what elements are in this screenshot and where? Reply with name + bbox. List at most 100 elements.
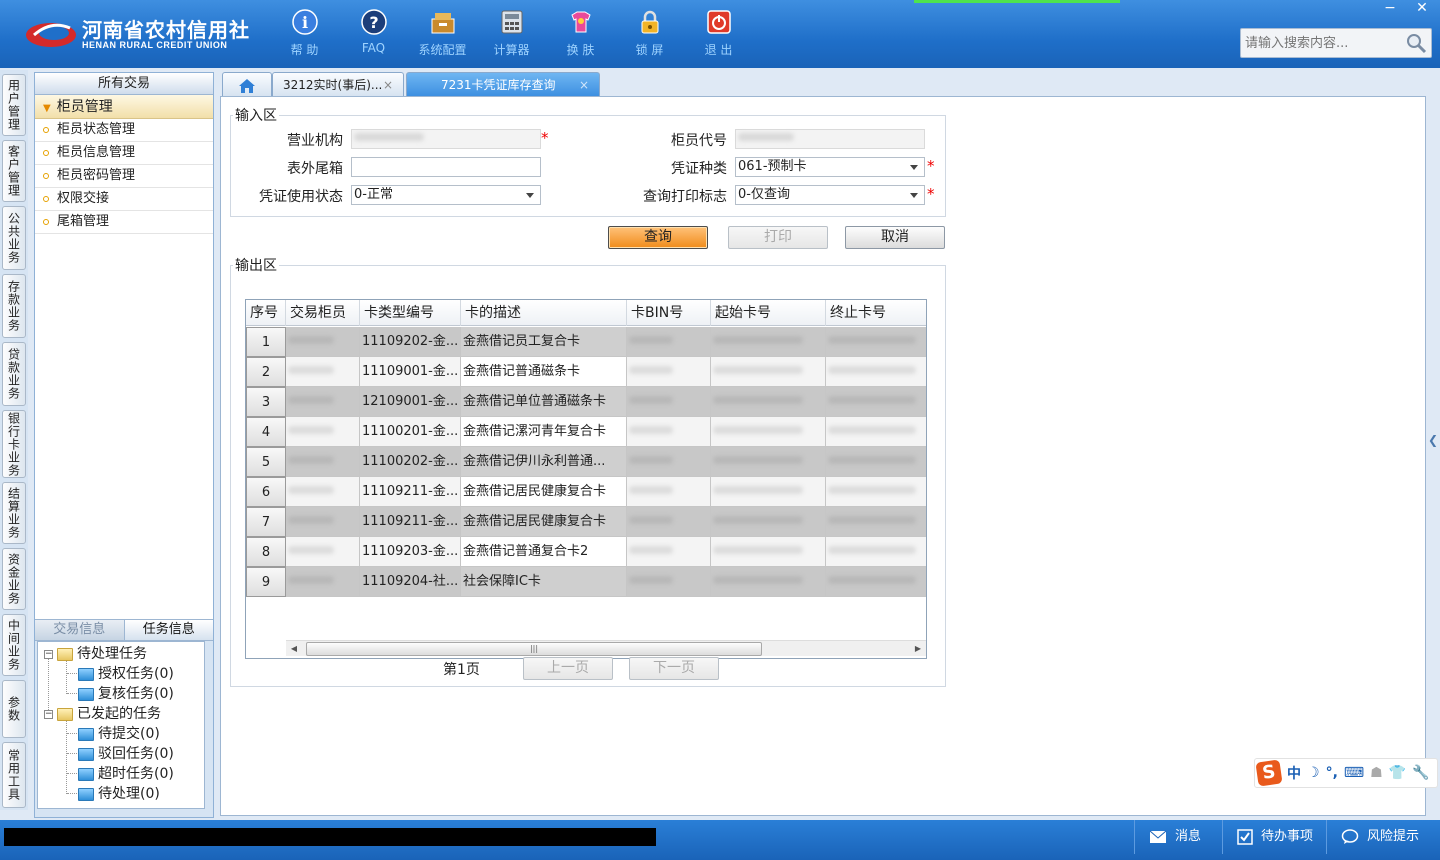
tab-close-icon[interactable]: × <box>383 73 393 97</box>
tailbox-input[interactable] <box>351 157 541 177</box>
col-header-card-bin[interactable]: 卡BIN号 <box>627 300 711 326</box>
table-row[interactable]: 8 11109203-金... 金燕借记普通复合卡2 <box>246 537 926 567</box>
col-header-card-desc[interactable]: 卡的描述 <box>461 300 627 326</box>
vtab-intermediate-business[interactable]: 中间业务 <box>2 614 26 676</box>
horizontal-scrollbar[interactable]: ◀ ||| ▶ <box>286 640 926 656</box>
collapse-icon[interactable]: − <box>44 649 53 659</box>
calculator-icon <box>498 8 526 36</box>
scroll-thumb[interactable]: ||| <box>306 642 762 656</box>
cell-end-redacted <box>826 447 926 477</box>
help-button[interactable]: i 帮 助 <box>270 8 339 62</box>
ime-punctuation-icon[interactable]: °, <box>1326 765 1338 781</box>
window-close-button[interactable]: ✕ <box>1406 0 1438 18</box>
col-header-card-type[interactable]: 卡类型编号 <box>360 300 461 326</box>
tab-transaction-info[interactable]: 交易信息 <box>35 620 124 640</box>
col-header-start-no[interactable]: 起始卡号 <box>711 300 826 326</box>
calculator-button[interactable]: 计算器 <box>477 8 546 62</box>
voucher-type-select[interactable]: 061-预制卡 <box>735 157 925 177</box>
menu-item-permission-handover[interactable]: 权限交接 <box>35 188 213 211</box>
sogou-logo-icon[interactable]: S <box>1255 759 1283 787</box>
bullet-icon <box>43 218 49 225</box>
table-row[interactable]: 9 11109204-社... 社会保障IC卡 <box>246 567 926 597</box>
menu-item-tailbox-management[interactable]: 尾箱管理 <box>35 211 213 234</box>
tab-task-info[interactable]: 任务信息 <box>123 620 213 640</box>
tree-node-to-submit[interactable]: 待提交(0) <box>38 724 204 744</box>
col-header-end-no[interactable]: 终止卡号 <box>826 300 926 326</box>
vtab-settlement-business[interactable]: 结算业务 <box>2 482 26 544</box>
tree-node-timeout[interactable]: 超时任务(0) <box>38 764 204 784</box>
ime-settings-icon[interactable]: 🔧 <box>1412 765 1429 781</box>
search-input[interactable] <box>1241 29 1401 57</box>
search-icon[interactable] <box>1405 32 1427 58</box>
vtab-customer-management[interactable]: 客户管理 <box>2 140 26 202</box>
print-flag-select[interactable]: 0-仅查询 <box>735 185 925 205</box>
table-row[interactable]: 2 11109001-金... 金燕借记普通磁条卡 <box>246 357 926 387</box>
cell-bin-redacted <box>627 357 711 387</box>
prev-page-button[interactable]: 上一页 <box>523 657 613 680</box>
next-page-button[interactable]: 下一页 <box>629 657 719 680</box>
tree-node-to-process[interactable]: 待处理(0) <box>38 784 204 804</box>
cell-card-type: 11109203-金... <box>360 537 461 567</box>
tab-7231[interactable]: 7231卡凭证库存查询 × <box>406 72 600 97</box>
table-row[interactable]: 6 11109211-金... 金燕借记居民健康复合卡 <box>246 477 926 507</box>
tree-node-initiated[interactable]: − 已发起的任务 <box>38 704 204 724</box>
status-message-area <box>4 828 656 846</box>
panel-collapse-icon[interactable]: ❮ <box>1428 420 1438 460</box>
org-input[interactable] <box>351 129 541 149</box>
tab-home[interactable] <box>222 72 272 97</box>
teller-management-group[interactable]: ▼ 柜员管理 <box>35 95 213 119</box>
ime-keyboard-icon[interactable]: ⌨ <box>1344 765 1364 781</box>
menu-item-teller-info[interactable]: 柜员信息管理 <box>35 142 213 165</box>
query-button[interactable]: 查询 <box>608 226 708 249</box>
cancel-button[interactable]: 取消 <box>845 226 945 249</box>
tree-node-auth-task[interactable]: 授权任务(0) <box>38 664 204 684</box>
print-button[interactable]: 打印 <box>728 226 828 249</box>
tree-node-review-task[interactable]: 复核任务(0) <box>38 684 204 704</box>
cell-card-desc: 金燕借记居民健康复合卡 <box>461 477 627 507</box>
ime-user-icon[interactable]: ☗ <box>1370 765 1383 781</box>
vtab-loan-business[interactable]: 贷款业务 <box>2 342 26 406</box>
tab-3212[interactable]: 3212实时(事后)... × <box>272 72 404 97</box>
ime-halfwidth-icon[interactable]: ☽ <box>1307 765 1320 781</box>
redacted-value <box>713 486 803 494</box>
scroll-left-icon[interactable]: ◀ <box>286 641 302 657</box>
status-message-button[interactable]: 消息 <box>1134 820 1222 854</box>
vtab-user-management[interactable]: 用户管理 <box>2 74 26 136</box>
window-minimize-button[interactable]: − <box>1374 0 1406 18</box>
table-row[interactable]: 7 11109211-金... 金燕借记居民健康复合卡 <box>246 507 926 537</box>
vtab-parameters[interactable]: 参数 <box>2 680 26 738</box>
vtab-fund-business[interactable]: 资金业务 <box>2 548 26 610</box>
cell-card-type: 12109001-金... <box>360 387 461 417</box>
teller-input[interactable] <box>735 129 925 149</box>
lock-screen-button[interactable]: 锁 屏 <box>615 8 684 62</box>
ime-chinese-mode[interactable]: 中 <box>1287 763 1301 783</box>
tab-close-icon[interactable]: × <box>579 73 589 97</box>
status-risk-button[interactable]: 风险提示 <box>1326 820 1436 854</box>
col-header-teller[interactable]: 交易柜员 <box>286 300 360 326</box>
tree-node-pending[interactable]: − 待处理任务 <box>38 644 204 664</box>
tree-node-rejected[interactable]: 驳回任务(0) <box>38 744 204 764</box>
config-button[interactable]: 系统配置 <box>408 8 477 62</box>
vtab-public-business[interactable]: 公共业务 <box>2 206 26 270</box>
redacted-value <box>828 366 916 374</box>
table-row[interactable]: 3 12109001-金... 金燕借记单位普通磁条卡 <box>246 387 926 417</box>
vtab-deposit-business[interactable]: 存款业务 <box>2 274 26 338</box>
faq-button[interactable]: ? FAQ <box>339 8 408 62</box>
collapse-icon[interactable]: − <box>44 709 53 719</box>
menu-item-teller-password[interactable]: 柜员密码管理 <box>35 165 213 188</box>
table-row[interactable]: 5 11100202-金... 金燕借记伊川永利普通... <box>246 447 926 477</box>
menu-item-label: 柜员信息管理 <box>57 145 136 160</box>
vtab-common-tools[interactable]: 常用工具 <box>2 742 26 808</box>
ime-skin-icon[interactable]: 👕 <box>1389 765 1406 781</box>
menu-item-teller-status[interactable]: 柜员状态管理 <box>35 119 213 142</box>
all-transactions-title[interactable]: 所有交易 <box>35 73 213 95</box>
table-row[interactable]: 4 11100201-金... 金燕借记漯河青年复合卡 <box>246 417 926 447</box>
table-row[interactable]: 1 11109202-金... 金燕借记员工复合卡 <box>246 327 926 357</box>
skin-button[interactable]: 换 肤 <box>546 8 615 62</box>
exit-button[interactable]: 退 出 <box>684 8 753 62</box>
status-todo-button[interactable]: 待办事项 <box>1222 820 1326 854</box>
scroll-right-icon[interactable]: ▶ <box>910 641 926 657</box>
vtab-bank-card-business[interactable]: 银行卡业务 <box>2 410 26 478</box>
use-status-select[interactable]: 0-正常 <box>351 185 541 205</box>
col-header-seq[interactable]: 序号 <box>246 300 286 326</box>
